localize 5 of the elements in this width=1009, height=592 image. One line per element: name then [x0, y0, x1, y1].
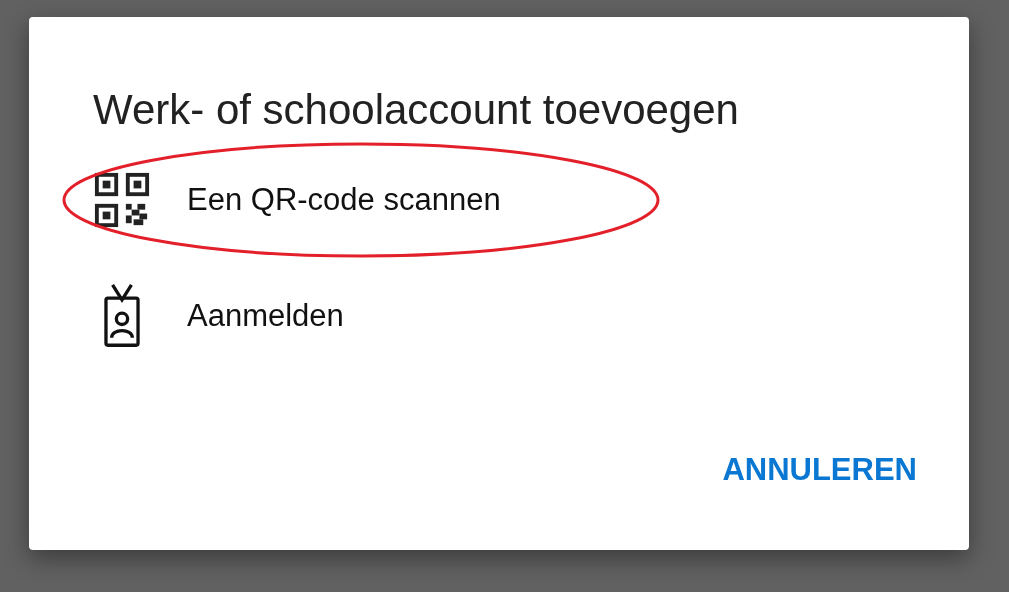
- option-item[interactable]: Aanmelden: [93, 287, 917, 346]
- dialog-title: Werk- of schoolaccount toevoegen: [93, 87, 740, 134]
- option-item[interactable]: Een QR-code scannen: [93, 171, 917, 230]
- cancel-button[interactable]: ANNULEREN: [722, 448, 917, 492]
- qr-code-icon: [93, 171, 151, 230]
